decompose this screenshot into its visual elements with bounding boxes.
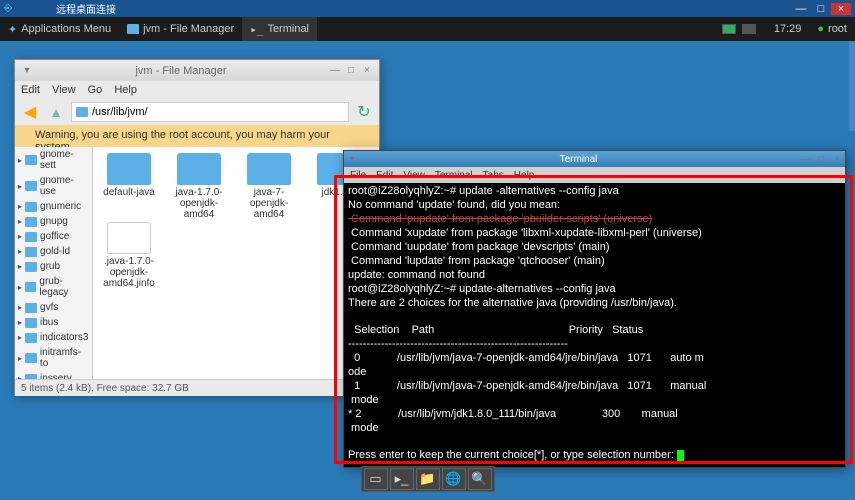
fm-statusbar: 5 items (2.4 kB), Free space: 32.7 GB bbox=[15, 379, 379, 396]
fm-content[interactable]: default-java java-1.7.0-openjdk-amd64 ja… bbox=[93, 147, 379, 379]
fm-maximize[interactable]: □ bbox=[343, 65, 359, 76]
dock-find[interactable]: 🔍 bbox=[468, 468, 492, 490]
term-menubar: File Edit View Terminal Tabs Help bbox=[344, 167, 845, 183]
sidebar-item[interactable]: ▸goffice bbox=[15, 229, 92, 244]
desktop-scrollbar[interactable] bbox=[849, 41, 855, 131]
sidebar-item[interactable]: ▸gnome-sett bbox=[15, 147, 92, 173]
reload-button[interactable]: ↻ bbox=[353, 102, 375, 122]
term-titlebar[interactable]: ▾ Terminal — □ × bbox=[344, 151, 845, 167]
file-manager-window: ▾ jvm - File Manager — □ × Edit View Go … bbox=[14, 59, 380, 396]
dock-browser[interactable]: 🌐 bbox=[442, 468, 466, 490]
terminal-body[interactable]: root@iZ28olyqhlyZ:~# update -alternative… bbox=[344, 183, 845, 465]
term-maximize[interactable]: □ bbox=[813, 154, 829, 165]
fm-menu-view[interactable]: View bbox=[52, 84, 76, 96]
terminal-window: ▾ Terminal — □ × File Edit View Terminal… bbox=[343, 150, 846, 468]
fm-close[interactable]: × bbox=[359, 65, 375, 76]
nav-back[interactable]: ◀ bbox=[19, 102, 41, 122]
term-menu-tabs[interactable]: Tabs bbox=[483, 170, 504, 181]
applications-menu[interactable]: ✦ Applications Menu bbox=[0, 17, 119, 41]
clock[interactable]: 17:29 bbox=[766, 17, 810, 41]
folder-icon bbox=[107, 153, 151, 185]
fm-minimize[interactable]: — bbox=[327, 65, 343, 76]
term-minimize[interactable]: — bbox=[797, 154, 813, 165]
fm-menu-help[interactable]: Help bbox=[114, 84, 137, 96]
sidebar-item[interactable]: ▸gnumeric bbox=[15, 199, 92, 214]
user-menu[interactable]: ●root bbox=[809, 17, 855, 41]
sidebar-item[interactable]: ▸grub bbox=[15, 259, 92, 274]
root-warning: Warning, you are using the root account,… bbox=[15, 125, 379, 147]
fm-titlebar[interactable]: ▾ jvm - File Manager — □ × bbox=[15, 60, 379, 81]
apps-label: Applications Menu bbox=[21, 23, 111, 35]
taskbar-filemanager[interactable]: jvm - File Manager bbox=[119, 17, 242, 41]
term-menu-edit[interactable]: Edit bbox=[376, 170, 393, 181]
rdp-maximize[interactable]: □ bbox=[811, 3, 831, 15]
sidebar-item[interactable]: ▸gnome-use bbox=[15, 173, 92, 199]
dock: ▭ ▸_ 📁 🌐 🔍 bbox=[361, 466, 495, 492]
fm-toolbar: ◀ ▲ /usr/lib/jvm/ ↻ bbox=[15, 99, 379, 125]
term-menu-terminal[interactable]: Terminal bbox=[435, 170, 473, 181]
file-item[interactable]: default-java bbox=[95, 153, 163, 220]
dock-terminal[interactable]: ▸_ bbox=[390, 468, 414, 490]
top-panel: ✦ Applications Menu jvm - File Manager ▸… bbox=[0, 17, 855, 41]
file-item[interactable]: java-7-openjdk-amd64 bbox=[235, 153, 303, 220]
nav-up[interactable]: ▲ bbox=[45, 102, 67, 122]
fm-menu-icon[interactable]: ▾ bbox=[19, 65, 35, 76]
rdp-title: 远程桌面连接 bbox=[56, 1, 116, 16]
sidebar-item[interactable]: ▸initramfs-to bbox=[15, 345, 92, 371]
cursor bbox=[677, 450, 684, 461]
sidebar-item[interactable]: ▸gold-ld bbox=[15, 244, 92, 259]
path-input[interactable]: /usr/lib/jvm/ bbox=[71, 102, 349, 122]
fm-sidebar: ▸gnome-sett ▸gnome-use ▸gnumeric ▸gnupg … bbox=[15, 147, 93, 379]
fm-menu-edit[interactable]: Edit bbox=[21, 84, 40, 96]
sidebar-item[interactable]: ▸indicators3 bbox=[15, 330, 92, 345]
term-menu-file[interactable]: File bbox=[350, 170, 366, 181]
file-item[interactable]: .java-1.7.0-openjdk-amd64.jinfo bbox=[95, 222, 163, 289]
sidebar-item[interactable]: ▸ibus bbox=[15, 315, 92, 330]
term-title: Terminal bbox=[360, 154, 797, 165]
dock-files[interactable]: 📁 bbox=[416, 468, 440, 490]
sidebar-item[interactable]: ▸grub-legacy bbox=[15, 274, 92, 300]
fm-title: jvm - File Manager bbox=[35, 65, 327, 77]
sidebar-item[interactable]: ▸gnupg bbox=[15, 214, 92, 229]
taskbar-terminal[interactable]: ▸_ Terminal bbox=[242, 17, 317, 41]
file-item[interactable]: java-1.7.0-openjdk-amd64 bbox=[165, 153, 233, 220]
sidebar-item[interactable]: ▸insserv bbox=[15, 371, 92, 379]
term-menu-help[interactable]: Help bbox=[514, 170, 535, 181]
rdp-close[interactable]: × bbox=[831, 3, 851, 15]
file-icon bbox=[107, 222, 151, 254]
sidebar-item[interactable]: ▸gvfs bbox=[15, 300, 92, 315]
term-close[interactable]: × bbox=[829, 154, 845, 165]
term-menu-icon[interactable]: ▾ bbox=[344, 154, 360, 165]
fm-menubar: Edit View Go Help bbox=[15, 81, 379, 99]
term-menu-view[interactable]: View bbox=[403, 170, 425, 181]
workspace-switcher[interactable] bbox=[714, 17, 766, 41]
dock-show-desktop[interactable]: ▭ bbox=[364, 468, 388, 490]
rdp-minimize[interactable]: — bbox=[791, 3, 811, 15]
folder-icon bbox=[247, 153, 291, 185]
folder-icon bbox=[177, 153, 221, 185]
fm-menu-go[interactable]: Go bbox=[88, 84, 103, 96]
rdp-titlebar: ⎆ 远程桌面连接 — □ × bbox=[0, 0, 855, 17]
